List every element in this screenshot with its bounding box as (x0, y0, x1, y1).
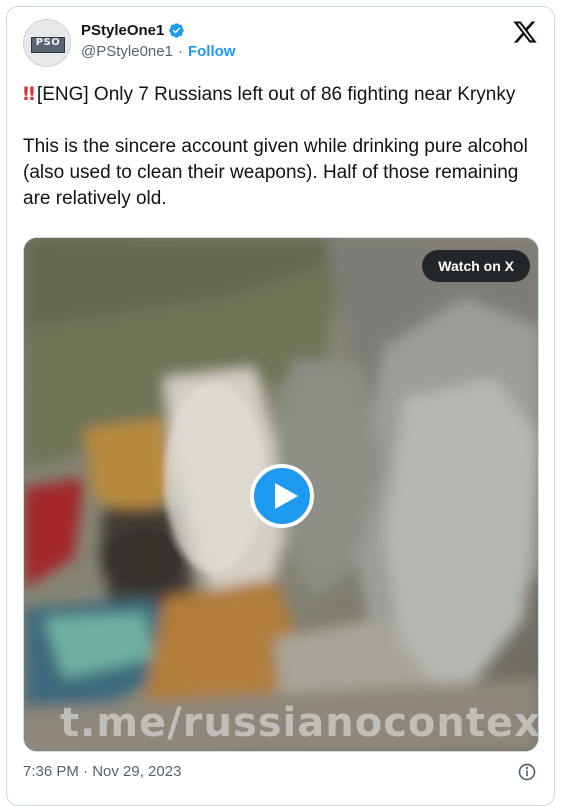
play-icon (275, 483, 298, 509)
watch-on-x-button[interactable]: Watch on X (422, 250, 530, 282)
separator-dot: · (177, 43, 183, 60)
tweet-text: ‼ [ENG] Only 7 Russians left out of 86 fi… (23, 81, 543, 212)
avatar-logo: PSO (31, 37, 65, 53)
author-name[interactable]: PStyleOne1 (81, 22, 164, 39)
avatar-logo-text: PSO (35, 37, 61, 48)
author-avatar[interactable]: PSO (23, 19, 71, 67)
tweet-card: PSO PStyleOne1 @PStyle0ne1 · Follow ‼ [EN… (6, 6, 555, 806)
tweet-footer: 7:36 PM · Nov 29, 2023 (23, 763, 539, 783)
tweet-header: PSO PStyleOne1 @PStyle0ne1 · Follow (23, 19, 538, 71)
author-handle-row: @PStyle0ne1 · Follow (81, 43, 235, 60)
follow-button[interactable]: Follow (188, 43, 236, 60)
author-name-row: PStyleOne1 (81, 22, 185, 39)
tweet-text-line1-body: [ENG] Only 7 Russians left out of 86 fig… (36, 84, 516, 105)
video-media[interactable]: Watch on X t.me/russianocontext (23, 237, 539, 752)
info-icon[interactable] (517, 762, 537, 782)
play-button[interactable] (250, 464, 314, 528)
tweet-timestamp[interactable]: 7:36 PM · Nov 29, 2023 (23, 763, 181, 780)
author-handle[interactable]: @PStyle0ne1 (81, 43, 173, 60)
verified-badge-icon (169, 23, 185, 38)
tweet-text-line1: ‼ [ENG] Only 7 Russians left out of 86 fi… (23, 81, 543, 108)
double-exclamation-emoji: ‼ (23, 83, 35, 105)
tweet-text-line2: This is the sincere account given while … (23, 136, 528, 209)
x-logo-icon[interactable] (512, 19, 538, 45)
video-watermark: t.me/russianocontext (60, 700, 539, 746)
